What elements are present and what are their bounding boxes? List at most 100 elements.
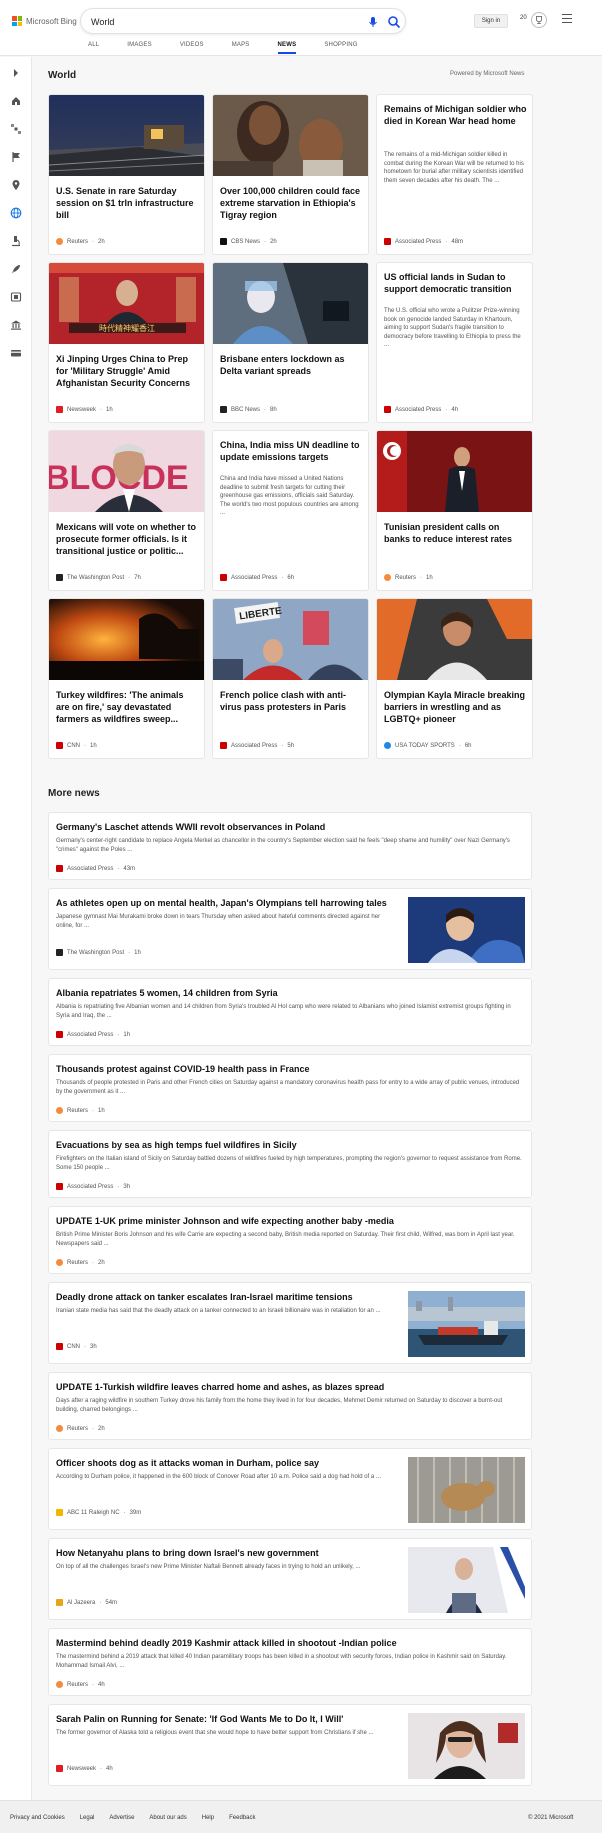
item-title[interactable]: UPDATE 1-Turkish wildfire leaves charred… (56, 1381, 384, 1393)
location-icon[interactable] (10, 179, 22, 191)
rewards-trophy-icon[interactable] (531, 12, 547, 28)
microphone-icon[interactable] (366, 15, 380, 29)
sign-in-button[interactable]: Sign in (474, 14, 508, 28)
tunisia-president-photo (377, 431, 532, 512)
item-title[interactable]: UPDATE 1-UK prime minister Johnson and w… (56, 1215, 394, 1227)
card-title[interactable]: Over 100,000 children could face extreme… (220, 185, 363, 221)
netanyahu-thumbnail[interactable] (408, 1547, 525, 1613)
news-list-item[interactable]: Officer shoots dog as it attacks woman i… (48, 1448, 532, 1530)
tab-images[interactable]: IMAGES (127, 40, 152, 54)
news-list-item[interactable]: Sarah Palin on Running for Senate: 'If G… (48, 1704, 532, 1786)
item-source: Reuters · 1h (56, 1107, 105, 1114)
item-title[interactable]: Germany's Laschet attends WWII revolt ob… (56, 821, 325, 833)
rocket-icon[interactable] (10, 263, 22, 275)
tanker-ship-thumbnail[interactable] (408, 1291, 525, 1357)
tab-shopping[interactable]: SHOPPING (324, 40, 357, 54)
footer-link-help[interactable]: Help (202, 1815, 214, 1821)
card-title[interactable]: Brisbane enters lockdown as Delta varian… (220, 353, 363, 377)
item-title[interactable]: Evacuations by sea as high temps fuel wi… (56, 1139, 297, 1151)
tab-news[interactable]: NEWS (277, 40, 297, 54)
item-source: Associated Press · 1h (56, 1031, 130, 1038)
news-card[interactable]: Over 100,000 children could face extreme… (212, 94, 369, 255)
news-card[interactable]: Olympian Kayla Miracle breaking barriers… (376, 598, 533, 759)
news-list-item[interactable]: Mastermind behind deadly 2019 Kashmir at… (48, 1628, 532, 1696)
news-list-item[interactable]: UPDATE 1-Turkish wildfire leaves charred… (48, 1372, 532, 1440)
bank-icon[interactable] (10, 319, 22, 331)
footer-link-legal[interactable]: Legal (80, 1815, 95, 1821)
source-time: 4h (451, 406, 459, 413)
item-title[interactable]: Officer shoots dog as it attacks woman i… (56, 1457, 319, 1469)
search-icon[interactable] (386, 14, 402, 30)
news-list-item[interactable]: As athletes open up on mental health, Ja… (48, 888, 532, 970)
news-list-item[interactable]: Albania repatriates 5 women, 14 children… (48, 978, 532, 1046)
footer-link-privacy[interactable]: Privacy and Cookies (10, 1815, 65, 1821)
sarah-palin-thumbnail[interactable] (408, 1713, 525, 1779)
item-title[interactable]: Albania repatriates 5 women, 14 children… (56, 987, 278, 999)
bing-logo[interactable]: Microsoft Bing (12, 14, 77, 28)
news-card[interactable]: LIBERTE French police clash with anti-vi… (212, 598, 369, 759)
item-title[interactable]: Mastermind behind deadly 2019 Kashmir at… (56, 1637, 397, 1649)
card-source: Reuters · 2h (56, 238, 105, 245)
item-title[interactable]: Deadly drone attack on tanker escalates … (56, 1291, 353, 1303)
card-title[interactable]: Remains of Michigan soldier who died in … (384, 103, 527, 127)
news-list-item[interactable]: UPDATE 1-UK prime minister Johnson and w… (48, 1206, 532, 1274)
microscope-icon[interactable] (10, 235, 22, 247)
news-card[interactable]: Turkey wildfires: 'The animals are on fi… (48, 598, 205, 759)
footer-link-advertise[interactable]: Advertise (109, 1815, 134, 1821)
card-title[interactable]: Tunisian president calls on banks to red… (384, 521, 527, 545)
cnn-logo-icon (56, 742, 63, 749)
satellite-icon[interactable] (10, 123, 22, 135)
tab-maps[interactable]: MAPS (232, 40, 250, 54)
footer-link-about-ads[interactable]: About our ads (149, 1815, 186, 1821)
news-card[interactable]: US official lands in Sudan to support de… (376, 262, 533, 423)
globe-icon[interactable] (10, 207, 22, 219)
news-card[interactable]: U.S. Senate in rare Saturday session on … (48, 94, 205, 255)
search-input[interactable] (91, 13, 341, 30)
card-source: Associated Press · 4h (384, 406, 458, 413)
news-card[interactable]: Tunisian president calls on banks to red… (376, 430, 533, 591)
card-title[interactable]: French police clash with anti-virus pass… (220, 689, 363, 713)
microsoft-logo-icon (12, 16, 22, 26)
news-card[interactable]: China, India miss UN deadline to update … (212, 430, 369, 591)
card-title[interactable]: US official lands in Sudan to support de… (384, 271, 527, 295)
news-list-item[interactable]: Thousands protest against COVID-19 healt… (48, 1054, 532, 1122)
card-title[interactable]: Xi Jinping Urges China to Prep for 'Mili… (56, 353, 199, 389)
card-title[interactable]: U.S. Senate in rare Saturday session on … (56, 185, 199, 221)
japan-gymnast-thumbnail[interactable] (408, 897, 525, 963)
news-list-item[interactable]: Deadly drone attack on tanker escalates … (48, 1282, 532, 1364)
rewards-points[interactable]: 20 (520, 15, 527, 21)
source-time: 7h (134, 574, 141, 581)
card-source: Associated Press · 48m (384, 238, 463, 245)
film-icon[interactable] (10, 291, 22, 303)
news-card[interactable]: Brisbane enters lockdown as Delta varian… (212, 262, 369, 423)
dog-kennel-thumbnail[interactable] (408, 1457, 525, 1523)
source-time: 39m (129, 1509, 142, 1516)
tab-all[interactable]: ALL (88, 40, 99, 54)
flag-icon[interactable] (10, 151, 22, 163)
vertical-tabs: ALL IMAGES VIDEOS MAPS NEWS SHOPPING (88, 40, 386, 54)
item-title[interactable]: Sarah Palin on Running for Senate: 'If G… (56, 1713, 343, 1725)
chevron-right-icon[interactable] (10, 67, 22, 79)
news-card[interactable]: 時代精神耀香江 Xi Jinping Urges China to Prep f… (48, 262, 205, 423)
source-time: 2h (98, 1259, 105, 1266)
source-name: USA TODAY SPORTS (395, 742, 455, 749)
news-list-item[interactable]: Germany's Laschet attends WWII revolt ob… (48, 812, 532, 880)
news-card[interactable]: BLOCDE Mexicans will vote on whether to … (48, 430, 205, 591)
item-source: CNN · 3h (56, 1343, 97, 1350)
menu-icon[interactable] (562, 14, 572, 23)
item-title[interactable]: As athletes open up on mental health, Ja… (56, 897, 387, 909)
footer-link-feedback[interactable]: Feedback (229, 1815, 255, 1821)
card-icon[interactable] (10, 347, 22, 359)
card-title[interactable]: Turkey wildfires: 'The animals are on fi… (56, 689, 199, 725)
news-list-item[interactable]: How Netanyahu plans to bring down Israel… (48, 1538, 532, 1620)
card-title[interactable]: Olympian Kayla Miracle breaking barriers… (384, 689, 527, 725)
card-source: The Washington Post · 7h (56, 574, 141, 581)
news-card[interactable]: Remains of Michigan soldier who died in … (376, 94, 533, 255)
tab-videos[interactable]: VIDEOS (180, 40, 204, 54)
item-title[interactable]: How Netanyahu plans to bring down Israel… (56, 1547, 319, 1559)
item-title[interactable]: Thousands protest against COVID-19 healt… (56, 1063, 310, 1075)
home-icon[interactable] (10, 95, 22, 107)
card-title[interactable]: Mexicans will vote on whether to prosecu… (56, 521, 199, 557)
card-title[interactable]: China, India miss UN deadline to update … (220, 439, 363, 463)
news-list-item[interactable]: Evacuations by sea as high temps fuel wi… (48, 1130, 532, 1198)
